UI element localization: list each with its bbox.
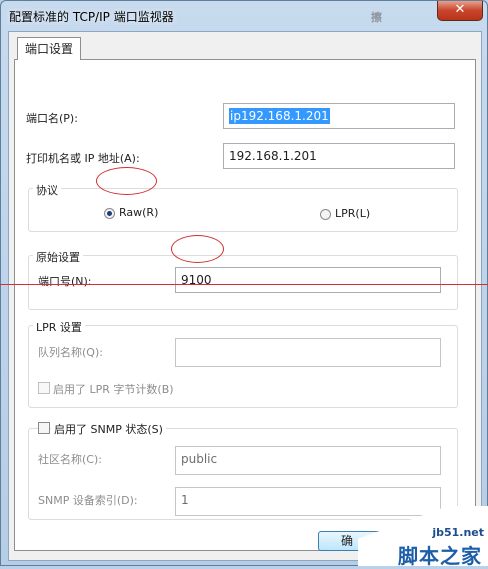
snmp-enable-label[interactable]: 启用了 SNMP 状态(S) (51, 421, 166, 437)
raw-radio[interactable] (104, 208, 115, 219)
dialog-window: 配置标准的 TCP/IP 端口监视器 擦 ✕ 端口设置 端口名(P): ip19… (0, 0, 488, 566)
printer-address-label: 打印机名或 IP 地址(A): (26, 152, 140, 165)
protocol-group (28, 188, 458, 232)
port-name-value: ip192.168.1.201 (229, 108, 330, 124)
watermark-site: 脚本之家 (398, 544, 482, 568)
queue-name-label: 队列名称(Q): (38, 346, 103, 359)
close-button[interactable]: ✕ (437, 1, 483, 21)
raw-settings-title: 原始设置 (33, 249, 83, 265)
client-area: 端口设置 端口名(P): ip192.168.1.201 打印机名或 IP 地址… (8, 31, 482, 561)
background-window-text: 擦 (371, 11, 382, 24)
lpr-settings-title: LPR 设置 (33, 319, 85, 335)
lpr-byte-count-label: 启用了 LPR 字节计数(B) (53, 383, 174, 396)
lpr-byte-count-checkbox[interactable] (38, 382, 50, 394)
port-name-label: 端口名(P): (26, 112, 78, 125)
port-highlight-ellipse (171, 235, 224, 263)
close-icon: ✕ (454, 2, 466, 17)
port-number-input[interactable]: 9100 (175, 267, 441, 293)
window-title: 配置标准的 TCP/IP 端口监视器 (9, 10, 174, 24)
lpr-radio[interactable] (320, 209, 331, 220)
port-name-input[interactable]: ip192.168.1.201 (223, 103, 455, 129)
annotation-divider-line (0, 284, 488, 285)
snmp-enable-checkbox[interactable] (38, 422, 50, 434)
watermark-domain: jb51.net (432, 526, 484, 539)
port-number-label: 端口号(N): (38, 275, 92, 288)
raw-radio-label[interactable]: Raw(R) (119, 206, 158, 219)
raw-highlight-ellipse (96, 167, 157, 195)
printer-address-input[interactable]: 192.168.1.201 (223, 143, 455, 169)
tab-port-settings[interactable]: 端口设置 (17, 37, 81, 60)
community-name-label: 社区名称(C): (38, 453, 102, 466)
port-settings-panel: 端口名(P): ip192.168.1.201 打印机名或 IP 地址(A): … (14, 59, 476, 551)
lpr-radio-label[interactable]: LPR(L) (335, 207, 370, 220)
queue-name-input[interactable] (175, 338, 441, 367)
title-bar[interactable]: 配置标准的 TCP/IP 端口监视器 擦 ✕ (1, 1, 487, 29)
protocol-group-title: 协议 (33, 182, 61, 198)
community-name-input[interactable]: public (175, 446, 441, 475)
device-index-label: SNMP 设备索引(D): (38, 494, 138, 507)
